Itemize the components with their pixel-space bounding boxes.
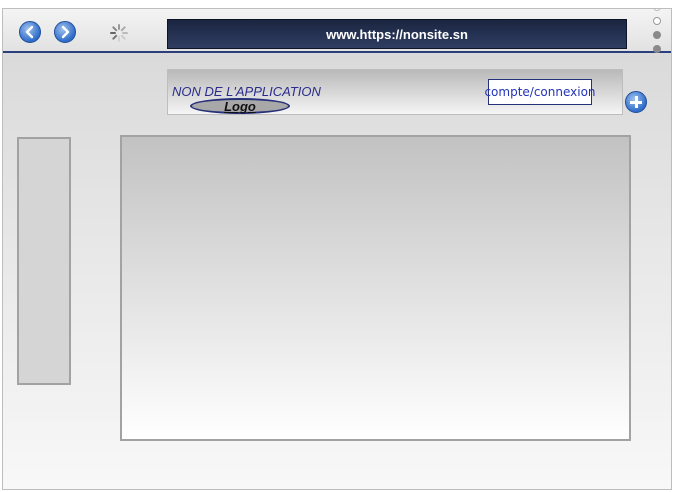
address-bar[interactable]: www.https://nonsite.sn — [167, 19, 627, 49]
account-login-button[interactable]: compte/connexion — [484, 79, 596, 105]
forward-button[interactable] — [54, 21, 76, 43]
scroll-indicator[interactable] — [651, 9, 663, 63]
app-title: NON DE L'APPLICATION — [172, 84, 321, 99]
plus-icon[interactable] — [625, 91, 647, 113]
scroll-dot — [653, 45, 661, 53]
sidebar-panel — [17, 137, 71, 385]
main-content-area — [120, 135, 631, 441]
back-button[interactable] — [19, 21, 41, 43]
account-login-label: compte/connexion — [484, 85, 596, 99]
browser-toolbar: www.https://nonsite.sn — [3, 9, 671, 53]
scroll-dot — [653, 9, 661, 11]
logo-label: Logo — [224, 98, 256, 114]
scroll-dot — [653, 17, 661, 25]
url-text: www.https://nonsite.sn — [326, 26, 468, 42]
logo[interactable]: Logo — [190, 98, 290, 114]
scroll-dot — [653, 31, 661, 39]
forward-arrow-icon — [61, 25, 70, 39]
loading-spinner-icon — [110, 24, 128, 42]
app-header: NON DE L'APPLICATION Logo compte/connexi… — [167, 69, 623, 115]
browser-window: www.https://nonsite.sn NON DE L'APPLICAT… — [2, 8, 672, 490]
back-arrow-icon — [25, 25, 34, 39]
